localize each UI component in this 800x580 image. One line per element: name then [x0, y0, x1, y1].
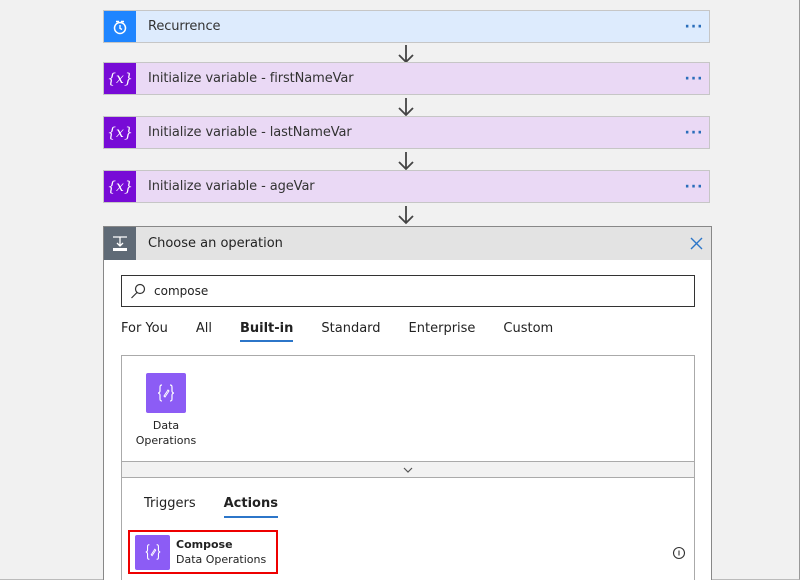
- action-connector: Data Operations: [176, 553, 267, 566]
- arrow-down-icon: [398, 45, 414, 64]
- chevron-down-icon: [403, 467, 413, 473]
- more-options-icon[interactable]: ···: [679, 125, 709, 141]
- more-options-icon[interactable]: ···: [679, 71, 709, 87]
- actions-section: Triggers Actions Compose Data Operations: [121, 478, 695, 580]
- panel-title: Choose an operation: [148, 236, 283, 251]
- action-type-tabs: Triggers Actions: [144, 496, 306, 518]
- step-label: Initialize variable - lastNameVar: [148, 125, 352, 140]
- step-label: Recurrence: [148, 19, 221, 34]
- step-label: Initialize variable - firstNameVar: [148, 71, 354, 86]
- arrow-down-icon: [398, 206, 414, 225]
- variable-icon: {x}: [104, 171, 136, 202]
- close-button[interactable]: [681, 227, 711, 260]
- recurrence-step[interactable]: Recurrence ···: [103, 10, 710, 43]
- step-label: Initialize variable - ageVar: [148, 179, 315, 194]
- connector-name-line1: Data: [152, 419, 180, 432]
- initialize-variable-step[interactable]: {x} Initialize variable - ageVar ···: [103, 170, 710, 203]
- tab-actions[interactable]: Actions: [223, 496, 279, 518]
- action-name: Compose: [176, 538, 233, 551]
- insert-step-icon: [104, 227, 136, 260]
- action-compose[interactable]: Compose Data Operations: [128, 530, 278, 574]
- tab-enterprise[interactable]: Enterprise: [409, 321, 476, 342]
- tab-custom[interactable]: Custom: [503, 321, 553, 342]
- initialize-variable-step[interactable]: {x} Initialize variable - firstNameVar ·…: [103, 62, 710, 95]
- category-tabs: For You All Built-in Standard Enterprise…: [121, 321, 581, 342]
- search-box[interactable]: [121, 275, 695, 307]
- more-options-icon[interactable]: ···: [679, 19, 709, 35]
- search-input[interactable]: [154, 284, 674, 298]
- close-icon: [690, 237, 702, 250]
- data-operations-icon: [135, 534, 170, 570]
- tab-triggers[interactable]: Triggers: [144, 496, 196, 518]
- more-options-icon[interactable]: ···: [679, 179, 709, 195]
- connector-data-operations[interactable]: Data Operations: [136, 373, 196, 448]
- alarm-clock-icon: [104, 11, 136, 42]
- choose-operation-panel: Choose an operation For You All Built-in…: [103, 226, 712, 580]
- connector-name-line2: Operations: [135, 434, 197, 447]
- expand-connectors-button[interactable]: [121, 461, 695, 478]
- tab-standard[interactable]: Standard: [321, 321, 380, 342]
- info-icon[interactable]: [672, 546, 686, 560]
- initialize-variable-step[interactable]: {x} Initialize variable - lastNameVar ··…: [103, 116, 710, 149]
- arrow-down-icon: [398, 152, 414, 171]
- panel-header: Choose an operation: [104, 227, 711, 260]
- variable-icon: {x}: [104, 63, 136, 94]
- variable-icon: {x}: [104, 117, 136, 148]
- search-icon: [131, 283, 146, 299]
- tab-all[interactable]: All: [196, 321, 212, 342]
- tab-for-you[interactable]: For You: [121, 321, 168, 342]
- data-operations-icon: [146, 373, 186, 413]
- tab-built-in[interactable]: Built-in: [239, 321, 294, 342]
- arrow-down-icon: [398, 98, 414, 117]
